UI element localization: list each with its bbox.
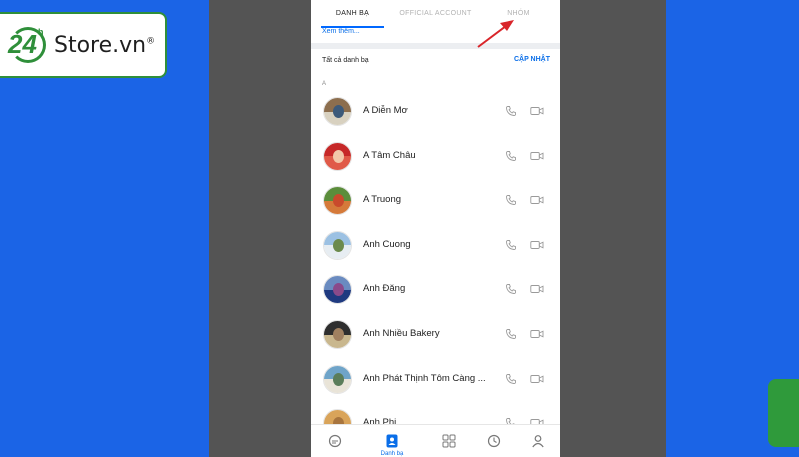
logo-text: Store.vn®	[54, 32, 156, 58]
contact-name: Anh Phát Thịnh Tôm Càng ...	[363, 372, 486, 384]
phone-call-icon[interactable]	[505, 373, 517, 385]
contact-name: A Diễn Mơ	[363, 105, 408, 116]
contact-row[interactable]: Anh Đăng	[311, 268, 560, 312]
chat-icon	[328, 434, 342, 448]
left-dark-strip	[209, 0, 311, 457]
video-call-icon[interactable]	[530, 239, 544, 251]
contact-name: Anh Cuong	[363, 238, 411, 250]
phone-call-icon[interactable]	[505, 239, 517, 251]
phone-call-icon[interactable]	[505, 283, 517, 295]
see-more-link[interactable]: Xem thêm...	[322, 28, 360, 35]
video-call-icon[interactable]	[530, 105, 544, 117]
contact-name: Anh Đăng	[363, 283, 406, 295]
update-button[interactable]: CẬP NHẬT	[514, 56, 550, 63]
nav-contacts[interactable]: Danh bạ	[378, 431, 406, 457]
logo-24-icon: 24 h	[8, 25, 48, 65]
right-dark-strip	[560, 0, 666, 457]
timeline-icon	[487, 434, 501, 448]
video-call-icon[interactable]	[530, 194, 544, 206]
tab-official-account[interactable]: OFFICIAL ACCOUNT	[394, 0, 477, 28]
contact-name: Anh Nhiều Bakery	[363, 328, 440, 339]
contact-row[interactable]: A Diễn Mơ	[311, 90, 560, 134]
tab-danh-ba[interactable]: DANH BẠ	[311, 0, 394, 28]
contact-row[interactable]: Anh Nhiều Bakery	[311, 313, 560, 357]
video-call-icon[interactable]	[530, 328, 544, 340]
contact-avatar[interactable]	[323, 364, 352, 394]
contact-avatar[interactable]	[323, 97, 352, 126]
all-contacts-title: Tất cả danh bạ	[322, 57, 369, 64]
contact-avatar[interactable]	[323, 320, 352, 349]
phone-screen: DANH BẠ OFFICIAL ACCOUNT NHÓM Xem thêm..…	[311, 0, 560, 457]
nav-profile[interactable]	[524, 431, 552, 457]
phone-call-icon[interactable]	[505, 150, 517, 162]
nav-timeline[interactable]	[480, 431, 508, 457]
all-contacts-header: Tất cả danh bạ CẬP NHẬT	[311, 50, 560, 74]
green-side-tab[interactable]	[768, 379, 799, 447]
section-letter: A	[322, 81, 327, 87]
section-divider	[311, 43, 560, 49]
nav-contacts-label: Danh bạ	[380, 451, 404, 457]
discover-icon	[442, 434, 456, 448]
contact-row[interactable]: Anh Cuong	[311, 224, 560, 268]
contact-avatar[interactable]	[323, 230, 352, 260]
contact-avatar[interactable]	[323, 186, 352, 216]
video-call-icon[interactable]	[530, 373, 544, 385]
contact-row[interactable]: A Truong	[311, 179, 560, 223]
video-call-icon[interactable]	[530, 283, 544, 295]
phone-call-icon[interactable]	[505, 105, 517, 117]
profile-icon	[532, 435, 544, 448]
contact-name: A Tâm Châu	[363, 149, 416, 161]
bottom-nav: Danh bạ	[311, 424, 560, 457]
contact-row[interactable]: Anh Phát Thịnh Tôm Càng ...	[311, 358, 560, 402]
contact-name: A Truong	[363, 194, 402, 206]
contact-avatar[interactable]	[323, 275, 352, 305]
contacts-icon	[386, 434, 398, 448]
contact-avatar[interactable]	[323, 141, 352, 171]
tab-nhom[interactable]: NHÓM	[477, 0, 560, 28]
store-logo: 24 h Store.vn®	[0, 12, 167, 78]
nav-messages[interactable]	[321, 431, 349, 457]
contact-row[interactable]: A Tâm Châu	[311, 135, 560, 179]
phone-call-icon[interactable]	[505, 328, 517, 340]
nav-discover[interactable]	[435, 431, 463, 457]
tab-bar: DANH BẠ OFFICIAL ACCOUNT NHÓM	[311, 0, 560, 28]
phone-call-icon[interactable]	[505, 194, 517, 206]
video-call-icon[interactable]	[530, 150, 544, 162]
